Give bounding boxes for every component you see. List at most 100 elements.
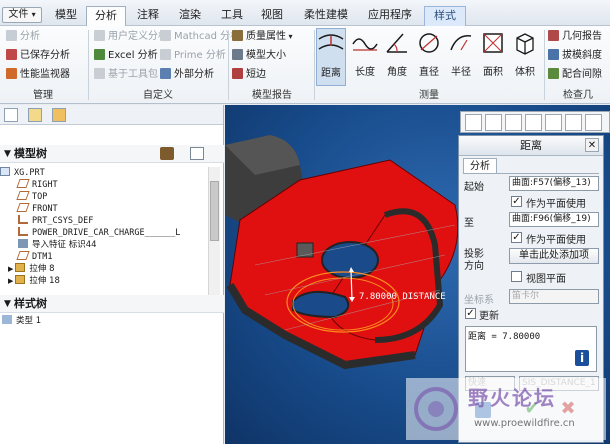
cancel-icon[interactable]: ✖ <box>555 398 581 420</box>
user-defined-analysis-button[interactable]: 用户定义分析 <box>94 29 168 45</box>
tree-row-extrude[interactable]: ▶ 拉伸 18 <box>0 275 210 287</box>
length-label: 长度 <box>355 67 375 78</box>
datum-plane-icon <box>16 179 30 188</box>
update-label: 更新 <box>479 311 499 322</box>
diameter-label: 直径 <box>419 67 439 78</box>
part-icon <box>0 167 10 176</box>
tree-row-csys[interactable]: PRT_CSYS_DEF <box>0 215 210 227</box>
tab-view[interactable]: 视图 <box>254 6 290 26</box>
saved-analysis-button[interactable]: 已保存分析 <box>6 48 70 64</box>
zoom-out-icon[interactable] <box>505 114 522 131</box>
analysis-button[interactable]: 分析 <box>6 29 40 45</box>
toolkit-based-label: 基于工具包 <box>108 69 158 80</box>
mass-properties-button[interactable]: 质量属性 ▾ <box>232 29 293 45</box>
model-tree-tab-icon[interactable] <box>4 108 18 122</box>
tree-row-part[interactable]: XG.PRT <box>0 167 210 179</box>
csys-select[interactable]: 笛卡尔 <box>509 289 599 304</box>
model-tree-header[interactable]: ▼ 模型树 <box>0 145 224 163</box>
measure-length-button[interactable]: 长度 <box>350 28 380 86</box>
area-label: 面积 <box>483 67 503 78</box>
measure-radius-button[interactable]: 半径 <box>446 28 476 86</box>
expand-arrow-icon[interactable]: ▶ <box>8 277 13 285</box>
prime-analysis-button[interactable]: Prime 分析 <box>160 48 226 64</box>
group-label-model-report: 模型报告 <box>252 90 292 101</box>
tree-row-datum-plane[interactable]: FRONT <box>0 203 210 215</box>
dialog-titlebar[interactable]: 距离 ✕ <box>459 136 603 156</box>
analysis-icon <box>6 30 17 41</box>
refit-icon[interactable] <box>465 114 482 131</box>
clearance-button[interactable]: 配合间隙 <box>548 67 602 83</box>
style-tree-row[interactable]: 类型 1 <box>2 315 41 327</box>
tree-row-extrude[interactable]: ▶ 拉伸 8 <box>0 263 210 275</box>
expand-arrow-icon[interactable]: ▶ <box>8 265 13 273</box>
start-reference-field[interactable]: 曲面:F57(偏移_13) <box>509 176 599 191</box>
performance-monitor-button[interactable]: 性能监视器 <box>6 67 70 83</box>
excel-analysis-button[interactable]: Excel 分析 <box>94 48 158 64</box>
extrude-icon <box>15 275 26 284</box>
info-icon[interactable]: i <box>575 350 589 366</box>
close-icon[interactable]: ✕ <box>585 138 599 152</box>
to-reference-field[interactable]: 曲面:F96(偏移_19) <box>509 212 599 227</box>
repeat-analysis-icon[interactable] <box>475 402 491 418</box>
tree-row-label: PRT_CSYS_DEF <box>32 216 94 226</box>
tab-applications[interactable]: 应用程序 <box>362 6 418 26</box>
measure-distance-button[interactable]: 距离 <box>316 28 346 86</box>
update-checkbox[interactable]: ✓ <box>465 308 476 319</box>
external-analysis-button[interactable]: 外部分析 <box>160 67 214 83</box>
angle-label: 角度 <box>387 67 407 78</box>
folder-browser-tab-icon[interactable] <box>28 108 42 122</box>
analysis-mode-select[interactable]: 快速 <box>465 376 515 391</box>
measure-area-button[interactable]: 面积 <box>478 28 508 86</box>
tab-model[interactable]: 模型 <box>48 6 84 26</box>
saved-views-icon[interactable] <box>565 114 582 131</box>
view-plane-checkbox[interactable] <box>511 271 522 282</box>
tab-annotate[interactable]: 注释 <box>130 6 166 26</box>
view-manager-icon[interactable] <box>585 114 602 131</box>
add-projection-button[interactable]: 单击此处添加项 <box>509 248 599 264</box>
analysis-name-field[interactable]: SIS_DISTANCE_1 <box>519 376 599 391</box>
tab-analysis-dialog[interactable]: 分析 <box>463 158 497 174</box>
csys-icon <box>18 227 28 236</box>
group-label-custom: 自定义 <box>143 90 173 101</box>
short-edge-button[interactable]: 短边 <box>232 67 266 83</box>
display-style-icon[interactable] <box>545 114 562 131</box>
ok-icon[interactable]: ✔ <box>519 398 545 420</box>
model-tree-scrollbar[interactable] <box>208 167 220 295</box>
model-size-label: 模型大小 <box>246 50 286 61</box>
tree-row-import-feature[interactable]: 导入特征 标识44 <box>0 239 210 251</box>
tab-style[interactable]: 样式 <box>424 6 466 26</box>
measure-diameter-button[interactable]: 直径 <box>414 28 444 86</box>
style-tree-header[interactable]: ▼ 样式树 <box>0 295 224 313</box>
zoom-in-icon[interactable] <box>485 114 502 131</box>
tree-row-label: FRONT <box>32 204 58 214</box>
tree-row-csys[interactable]: POWER_DRIVE_CAR_CHARGE______L <box>0 227 210 239</box>
tree-filter-icon[interactable] <box>190 147 204 160</box>
scrollbar-thumb[interactable] <box>210 181 219 241</box>
geometry-report-label: 几何报告 <box>562 31 602 42</box>
performance-monitor-icon <box>6 68 17 79</box>
tree-settings-icon[interactable] <box>160 147 174 160</box>
model-size-button[interactable]: 模型大小 <box>232 48 286 64</box>
clearance-icon <box>548 68 559 79</box>
tab-tools[interactable]: 工具 <box>214 6 250 26</box>
repaint-icon[interactable] <box>525 114 542 131</box>
tab-render[interactable]: 渲染 <box>172 6 208 26</box>
measure-angle-button[interactable]: 角度 <box>382 28 412 86</box>
tree-row-datum-plane[interactable]: DTM1 <box>0 251 210 263</box>
favorites-tab-icon[interactable] <box>52 108 66 122</box>
start-use-plane-checkbox[interactable]: ✓ <box>511 196 522 207</box>
file-menu-button[interactable]: 文件 ▾ <box>2 7 42 23</box>
tree-row-datum-plane[interactable]: TOP <box>0 191 210 203</box>
tree-row-datum-plane[interactable]: RIGHT <box>0 179 210 191</box>
tab-analysis[interactable]: 分析 <box>86 6 126 27</box>
saved-analysis-label: 已保存分析 <box>20 50 70 61</box>
file-menu-label: 文件 <box>8 9 29 20</box>
prime-icon <box>160 49 171 60</box>
tab-flexible-modeling[interactable]: 柔性建模 <box>298 6 354 26</box>
to-use-plane-checkbox[interactable]: ✓ <box>511 232 522 243</box>
tree-row-label: 拉伸 8 <box>29 264 55 274</box>
toolkit-based-button[interactable]: 基于工具包 <box>94 67 158 83</box>
geometry-report-button[interactable]: 几何报告 <box>548 29 602 45</box>
measure-volume-button[interactable]: 体积 <box>510 28 540 86</box>
draft-button[interactable]: 拔模斜度 <box>548 48 602 64</box>
